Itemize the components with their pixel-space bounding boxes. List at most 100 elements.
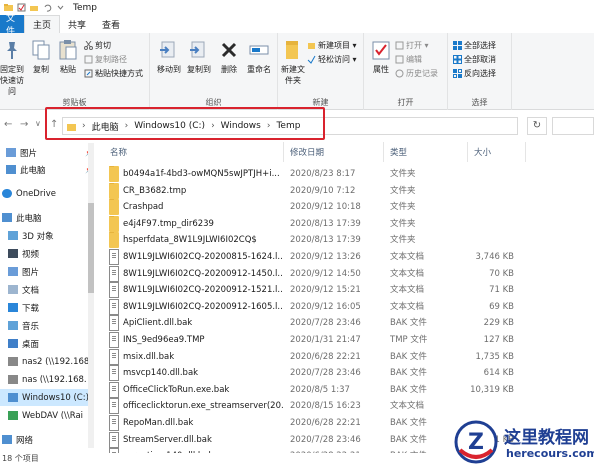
paste-shortcut-button[interactable]: 粘贴快捷方式 (84, 68, 143, 79)
copy-to-button[interactable]: 复制到 (185, 39, 213, 75)
table-row[interactable]: Crashpad 2020/9/12 10:18 文件夹 (100, 199, 530, 216)
invert-selection-button[interactable]: 反向选择 (453, 68, 496, 79)
file-icon (109, 415, 119, 431)
table-row[interactable]: INS_9ed96ea9.TMP 2020/1/31 21:47 TMP 文件 127… (100, 332, 530, 348)
chevron-down-icon[interactable] (56, 3, 65, 12)
file-name: RepoMan.dll.bak (123, 418, 194, 428)
pin-label: 固定到快速访问 (0, 65, 24, 96)
properties-button[interactable]: 属性 (370, 39, 392, 75)
nav-item-3d-objects[interactable]: 3D 对象 (8, 227, 100, 244)
video-icon (8, 249, 18, 258)
nav-item-this-pc[interactable]: 此电脑 (2, 209, 98, 226)
column-divider[interactable] (525, 142, 526, 162)
rename-button[interactable]: 重命名 (244, 39, 274, 75)
file-name: msvcp140.dll.bak (123, 368, 199, 379)
column-header-type[interactable]: 类型 (390, 144, 407, 160)
select-all-button[interactable]: 全部选择 (453, 40, 496, 51)
paste-button[interactable]: 粘贴 (57, 39, 79, 75)
table-row[interactable]: hsperfdata_8W1L9JLWI6I02CQ$ 2020/8/13 17:… (100, 232, 530, 249)
nav-item-drive-c[interactable]: Windows10 (C:) (0, 389, 92, 406)
table-row[interactable]: officeclicktorun.exe_streamserver(20... 2… (100, 398, 530, 415)
table-row[interactable]: 8W1L9JLWI6I02CQ-20200815-1624.l... 2020/9… (100, 249, 530, 265)
nav-scrollbar-thumb[interactable] (88, 203, 94, 293)
nav-item-this-pc-pinned[interactable]: 此电脑📌 (6, 161, 100, 178)
cut-label: 剪切 (95, 41, 111, 50)
column-header-name[interactable]: 名称 (110, 144, 127, 160)
easy-access-button[interactable]: 轻松访问 ▾ (307, 54, 357, 65)
nav-item-videos[interactable]: 视频 (8, 245, 100, 262)
table-row[interactable]: OfficeClickToRun.exe.bak 2020/8/5 1:37 BAK… (100, 381, 530, 398)
navigation-pane: 图片📌 此电脑📌 OneDrive 此电脑 3D 对象 视频 图片 文档 下载 … (0, 140, 100, 453)
file-size: 69 KB (489, 301, 514, 312)
edit-button[interactable]: 编辑 (395, 54, 422, 65)
file-date: 2020/9/12 15:21 (290, 285, 361, 296)
tab-home[interactable]: 主页 (24, 15, 61, 33)
nav-item-pictures[interactable]: 图片 (8, 263, 100, 280)
edit-label: 编辑 (406, 55, 422, 64)
copy-path-button[interactable]: 复制路径 (84, 54, 127, 65)
column-divider[interactable] (383, 142, 384, 162)
forward-arrow-icon[interactable]: → (20, 119, 28, 130)
copy-button[interactable]: 复制 (30, 39, 52, 75)
properties-icon[interactable] (17, 3, 26, 12)
move-to-button[interactable]: 移动到 (155, 39, 183, 75)
file-date: 2020/7/28 23:46 (290, 318, 361, 329)
file-size: 614 KB (483, 368, 514, 379)
history-button[interactable]: 历史记录 (395, 68, 438, 79)
table-row[interactable]: msvcp140.dll.bak 2020/7/28 23:46 BAK 文件 614… (100, 365, 530, 382)
file-explorer-window: Temp 文件 主页 共享 查看 固定到快速访问 复制 粘贴 剪切 复制路径 粘… (0, 0, 594, 465)
watermark-chinese: 这里教程网 (504, 428, 589, 448)
nav-item-documents[interactable]: 文档 (8, 281, 100, 298)
nav-item-desktop[interactable]: 桌面 (8, 335, 100, 352)
column-divider[interactable] (467, 142, 468, 162)
nav-item-webdav[interactable]: WebDAV (\\Rai (8, 407, 100, 424)
column-header-date[interactable]: 修改日期 (290, 144, 324, 160)
column-divider[interactable] (283, 142, 284, 162)
file-icon (109, 282, 119, 299)
table-row[interactable]: 8W1L9JLWI6I02CQ-20200912-1450.l... 2020/9… (100, 265, 530, 282)
folder-icon (109, 215, 119, 232)
cube-icon (8, 231, 18, 240)
nav-item-onedrive[interactable]: OneDrive (2, 185, 98, 202)
table-row[interactable]: msix.dll.bak 2020/6/28 22:21 BAK 文件 1,735 K… (100, 348, 530, 365)
new-folder-icon[interactable] (30, 3, 39, 12)
table-row[interactable]: 8W1L9JLWI6I02CQ-20200912-1605.l... 2020/9… (100, 298, 530, 315)
search-input[interactable] (552, 117, 594, 135)
select-none-button[interactable]: 全部取消 (453, 54, 496, 65)
table-row[interactable]: 8W1L9JLWI6I02CQ-20200912-1521.l... 2020/9… (100, 282, 530, 299)
file-size (440, 232, 514, 248)
nav-item-downloads[interactable]: 下载 (8, 299, 100, 316)
pin-icon (1, 39, 23, 61)
tab-share[interactable]: 共享 (60, 15, 94, 33)
tab-file[interactable]: 文件 (0, 14, 24, 37)
file-date: 2020/9/12 14:50 (290, 268, 361, 279)
table-row[interactable]: e4j4F97.tmp_dir6239 2020/8/13 17:39 文件夹 (100, 215, 530, 232)
nav-item-music[interactable]: 音乐 (8, 317, 100, 334)
file-date: 2020/9/12 13:26 (290, 252, 361, 262)
back-arrow-icon[interactable]: ← (4, 119, 12, 130)
move-to-icon (158, 39, 180, 61)
new-item-button[interactable]: 新建项目 ▾ (307, 40, 357, 51)
folder-icon (109, 182, 119, 199)
pin-quick-access-button[interactable]: 固定到快速访问 (0, 39, 28, 97)
table-row[interactable]: CR_B3682.tmp 2020/9/10 7:12 文件夹 (100, 182, 530, 199)
select-none-icon (453, 55, 462, 64)
chevron-down-icon[interactable]: ∨ (35, 119, 41, 128)
table-row[interactable]: b0494a1f-4bd3-owMQN5swJPTJH+i... 2020/8/2… (100, 166, 530, 182)
delete-button[interactable]: 删除 (218, 39, 240, 75)
nav-scrollbar[interactable] (88, 143, 94, 448)
nav-item-nas[interactable]: nas (\\192.168. (8, 371, 100, 388)
file-size (440, 398, 514, 414)
nav-item-nas2[interactable]: nas2 (\\192.168. (8, 353, 100, 370)
cut-button[interactable]: 剪切 (84, 40, 111, 51)
column-header-size[interactable]: 大小 (474, 144, 491, 160)
document-icon (8, 285, 18, 294)
nav-item-pictures-pinned[interactable]: 图片📌 (6, 144, 100, 161)
tab-view[interactable]: 查看 (94, 15, 128, 33)
refresh-icon[interactable]: ↻ (527, 117, 547, 135)
new-folder-button[interactable]: 新建文件夹 (280, 39, 306, 86)
undo-icon[interactable] (43, 3, 52, 12)
open-button[interactable]: 打开 ▾ (395, 40, 429, 51)
table-row[interactable]: ApiClient.dll.bak 2020/7/28 23:46 BAK 文件 22… (100, 315, 530, 332)
nav-item-network[interactable]: 网络 (2, 431, 98, 448)
